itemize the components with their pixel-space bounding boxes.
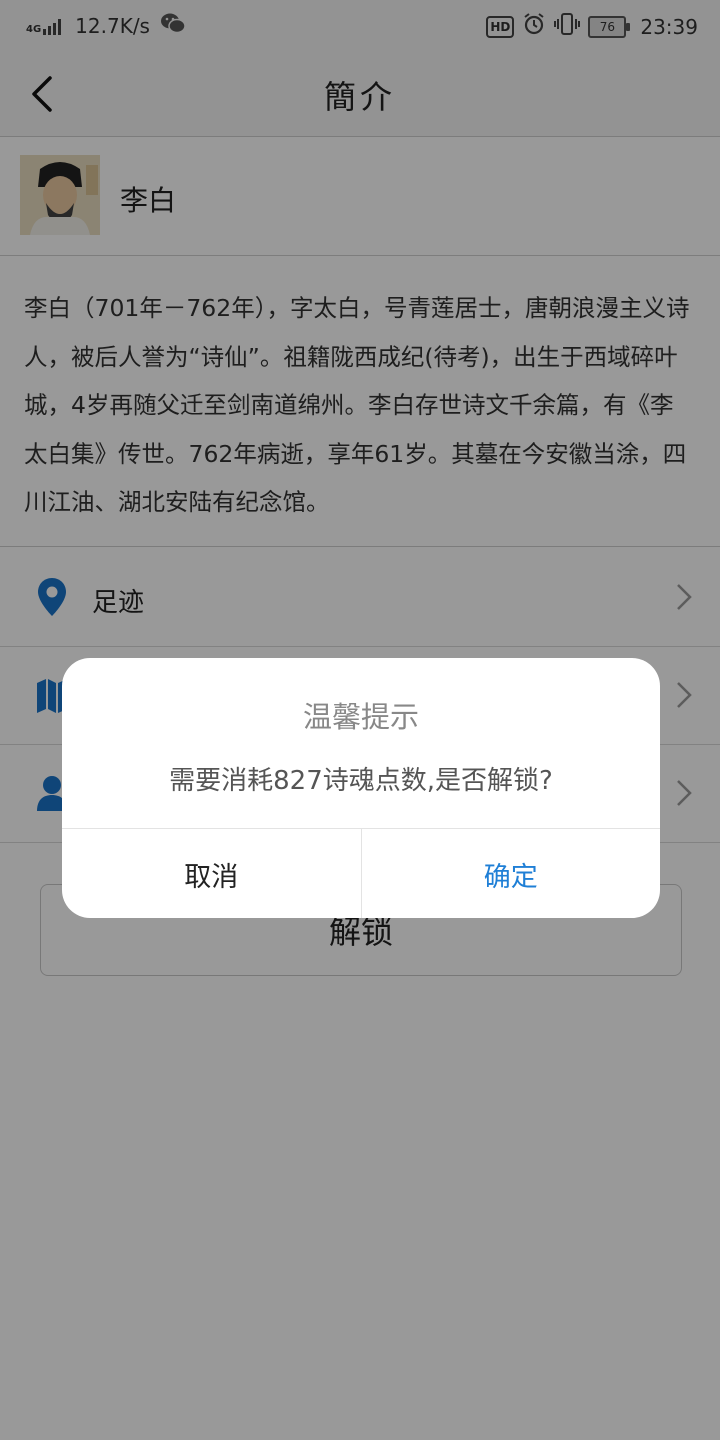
dialog-message: 需要消耗827诗魂点数,是否解锁? (169, 766, 553, 796)
cancel-button[interactable]: 取消 (62, 829, 362, 918)
unlock-confirm-dialog: 温馨提示 需要消耗827诗魂点数,是否解锁? 取消 确定 (62, 658, 660, 918)
dialog-title: 温馨提示 (302, 700, 419, 734)
dialog-actions: 取消 确定 (62, 828, 660, 918)
confirm-button[interactable]: 确定 (362, 829, 661, 918)
